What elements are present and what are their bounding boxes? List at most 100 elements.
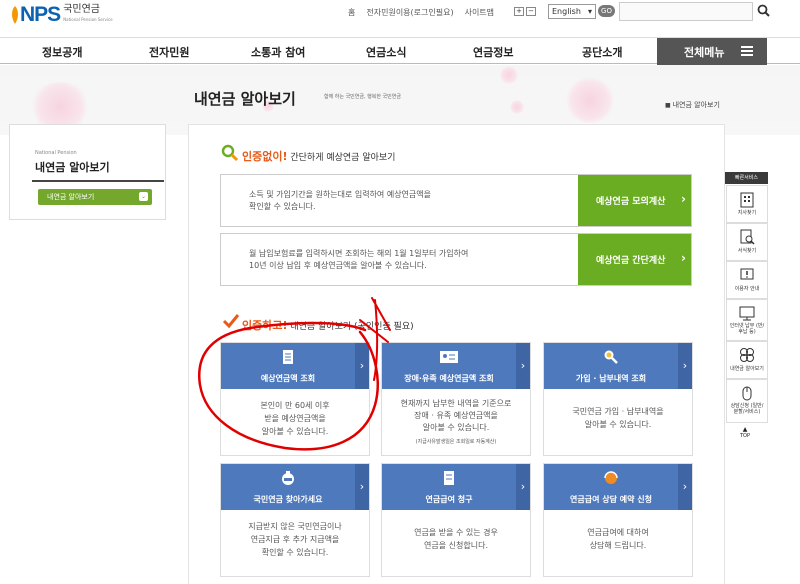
nav-item-news[interactable]: 연금소식 xyxy=(366,44,406,60)
chevron-right-icon: › xyxy=(516,464,530,510)
nav-item-info[interactable]: 정보공개 xyxy=(42,44,82,60)
logo-kr: 국민연금 xyxy=(63,4,100,15)
breadcrumb-current: 내연금 알아보기 xyxy=(672,101,720,109)
quick-item-guide[interactable]: 이용자 안내 xyxy=(726,261,768,299)
nps-logo[interactable]: NPS 국민연금 National Pension Service xyxy=(10,3,113,27)
simulation-calc-button[interactable]: 예상연금 모의계산 › xyxy=(578,175,691,226)
card-desc-line: 지급받지 않은 국민연금이나 xyxy=(248,522,342,531)
card-header: 예상연금액 조회 › xyxy=(221,343,369,389)
top-button[interactable]: ▲ TOP xyxy=(735,426,755,439)
card-label: 연금급여 상담 예약 신청 xyxy=(570,495,652,504)
card-note: (지급사유발생일은 조회일로 자동계산) xyxy=(415,439,497,445)
all-menu-button[interactable]: 전체메뉴 xyxy=(657,38,767,65)
magnifier-icon xyxy=(221,144,239,162)
section-auth-rest: 내연금 알아보기 (공인인증 필요) xyxy=(287,322,414,332)
card-desc-line: 현재까지 납부한 내역을 기준으로 xyxy=(400,399,512,408)
util-link-sitemap[interactable]: 사이트맵 xyxy=(465,7,494,18)
card-benefit-claim[interactable]: 연금급여 청구 › 연금을 받을 수 있는 경우 연금을 신청합니다. xyxy=(381,463,531,577)
card-expected-pension[interactable]: 예상연금액 조회 › 본인이 만 60세 이후 받을 예상연금액을 알아볼 수 있습… xyxy=(220,342,370,456)
section-no-auth-rest: 간단하게 예상연금 알아보기 xyxy=(287,153,396,163)
card-desc: 연금을 받을 수 있는 경우 연금을 신청합니다. xyxy=(382,526,530,552)
chevron-right-icon: › xyxy=(355,343,369,389)
language-go-button[interactable]: GO xyxy=(598,5,615,17)
chevron-right-icon: › xyxy=(681,251,686,265)
document-icon xyxy=(221,349,355,369)
hamburger-icon xyxy=(741,46,753,56)
calc-row-desc-line1: 월 납입보험료를 입력하시면 조회하는 해의 1월 1일부터 가입하여 xyxy=(249,249,469,258)
flask-icon xyxy=(221,470,355,490)
quick-item-label: 상담신청 (일반/분할/서비스) xyxy=(730,403,764,415)
card-desc-line: 받을 예상연금액을 xyxy=(264,414,326,423)
font-increase-button[interactable]: + xyxy=(514,7,524,16)
card-desc-line: 연금을 신청합니다. xyxy=(424,541,488,550)
quick-item-label: 이용자 안내 xyxy=(734,286,760,292)
chevron-right-icon: › xyxy=(516,343,530,389)
quick-item-label: 서식찾기 xyxy=(737,248,757,254)
form-icon xyxy=(382,470,516,490)
calc-row-desc-line2: 10년 이상 납입 후 예상연금액을 알아볼 수 있습니다. xyxy=(249,261,427,270)
card-desc-line: 알아볼 수 있습니다. xyxy=(584,420,652,429)
nav-item-about[interactable]: 공단소개 xyxy=(582,44,622,60)
building-icon xyxy=(740,192,754,208)
util-link-eservice[interactable]: 전자민원이용(로그인필요) xyxy=(366,7,453,18)
main-nav: 정보공개 전자민원 소통과 참여 연금소식 연금정보 공단소개 전체메뉴 xyxy=(0,37,800,65)
logo-sub: National Pension Service xyxy=(63,17,113,22)
nav-item-pension-info[interactable]: 연금정보 xyxy=(473,44,513,60)
quick-item-label: 내연금 알아보기 xyxy=(730,366,764,372)
card-label: 가입 · 납부내역 조회 xyxy=(575,374,647,383)
section-no-auth-heading: 인증없이! 간단하게 예상연금 알아보기 xyxy=(242,148,395,164)
quick-item-payment[interactable]: 인터넷 납부 (반/후납 등) xyxy=(726,299,768,341)
headset-icon xyxy=(544,470,678,490)
simple-calc-label: 예상연금 간단계산 xyxy=(596,256,666,266)
side-nav-select[interactable]: 내연금 알아보기 ⌄ xyxy=(38,189,152,205)
card-disability-survivor[interactable]: 장애·유족 예상연금액 조회 › 현재까지 납부한 내역을 기준으로 장애 · 유… xyxy=(381,342,531,456)
heart-decoration xyxy=(510,100,524,114)
quick-item-branch[interactable]: 지사찾기 xyxy=(726,185,768,223)
chevron-right-icon: › xyxy=(678,343,692,389)
card-desc-line: 연금급여에 대하여 xyxy=(587,528,649,537)
chevron-down-icon: ⌄ xyxy=(139,192,148,201)
breadcrumb: ■ 내연금 알아보기 xyxy=(665,100,720,110)
quick-item-forms[interactable]: 서식찾기 xyxy=(726,223,768,261)
search-input[interactable] xyxy=(619,2,753,21)
page-subtitle: 함께 하는 국민연금, 행복한 국민연금 xyxy=(324,94,401,100)
quick-item-label: 지사찾기 xyxy=(737,210,757,216)
chevron-right-icon: › xyxy=(678,464,692,510)
section-auth-heading: 인증하고! 내연금 알아보기 (공인인증 필요) xyxy=(242,317,414,333)
card-desc: 국민연금 가입 · 납부내역을알아볼 수 있습니다. xyxy=(544,405,692,431)
card-header: 가입 · 납부내역 조회 › xyxy=(544,343,692,389)
side-nav-select-label: 내연금 알아보기 xyxy=(47,193,95,201)
chevron-right-icon: › xyxy=(355,464,369,510)
nav-item-eservice[interactable]: 전자민원 xyxy=(149,44,189,60)
language-select[interactable]: English xyxy=(548,4,596,19)
card-desc: 지급받지 않은 국민연금이나 연금지급 후 추가 지급액을 확인할 수 있습니다. xyxy=(221,520,369,559)
font-decrease-button[interactable]: − xyxy=(526,7,536,16)
chevron-right-icon: › xyxy=(681,192,686,206)
form-search-icon xyxy=(740,229,755,245)
up-arrow-icon: ▲ xyxy=(742,426,748,433)
logo-text: NPS xyxy=(20,3,61,26)
side-nav-divider xyxy=(32,180,164,182)
card-header: 연금급여 상담 예약 신청 › xyxy=(544,464,692,510)
quick-service-title: 빠른서비스 xyxy=(725,172,768,184)
search-icon[interactable] xyxy=(757,4,770,17)
card-enrollment-history[interactable]: 가입 · 납부내역 조회 › 국민연금 가입 · 납부내역을알아볼 수 있습니다… xyxy=(543,342,693,456)
card-desc: 연금급여에 대하여 상담해 드립니다. xyxy=(544,526,692,552)
quick-item-mypension[interactable]: 내연금 알아보기 xyxy=(726,341,768,379)
utility-bar: NPS 국민연금 National Pension Service 홈 전자민원이… xyxy=(0,0,800,37)
info-bubble-icon xyxy=(740,268,754,280)
heart-decoration xyxy=(500,66,518,84)
calc-row-simulation: 소득 및 가입기간을 원하는대로 입력하여 예상연금액을 확인할 수 있습니다. … xyxy=(220,174,692,227)
nav-item-community[interactable]: 소통과 참여 xyxy=(251,44,305,60)
card-consultation[interactable]: 연금급여 상담 예약 신청 › 연금급여에 대하여 상담해 드립니다. xyxy=(543,463,693,577)
util-links: 홈 전자민원이용(로그인필요) 사이트맵 xyxy=(348,7,494,18)
calc-row-desc: 소득 및 가입기간을 원하는대로 입력하여 예상연금액을 확인할 수 있습니다. xyxy=(249,189,431,213)
card-desc-line: 국민연금 가입 · 납부내역을 xyxy=(572,407,664,416)
home-icon: ■ xyxy=(665,102,673,109)
quick-item-consult[interactable]: 상담신청 (일반/분할/서비스) xyxy=(726,379,768,423)
card-find-pension[interactable]: 국민연금 찾아가세요 › 지급받지 않은 국민연금이나 연금지급 후 추가 지급액… xyxy=(220,463,370,577)
util-link-home[interactable]: 홈 xyxy=(348,7,355,18)
card-desc-line: 본인이 만 60세 이후 xyxy=(260,401,330,410)
calc-row-desc: 월 납입보험료를 입력하시면 조회하는 해의 1월 1일부터 가입하여 10년 이… xyxy=(249,248,468,272)
simple-calc-button[interactable]: 예상연금 간단계산 › xyxy=(578,234,691,285)
